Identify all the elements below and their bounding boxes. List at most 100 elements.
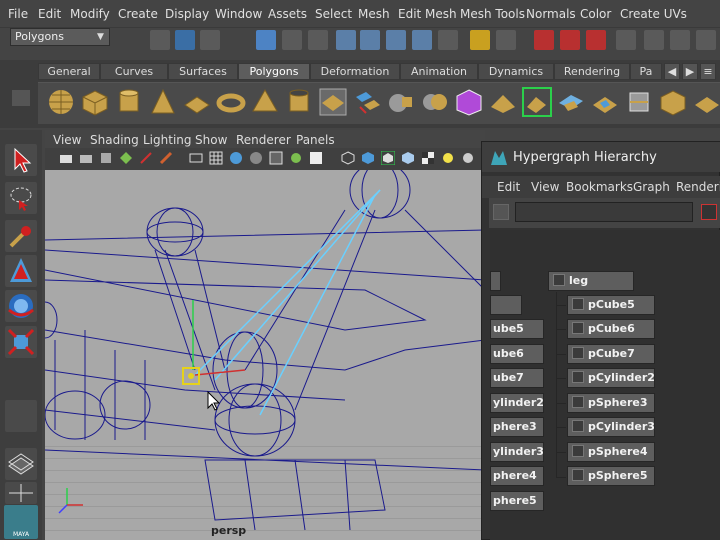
sculpt-icon[interactable]: [692, 87, 720, 117]
shelf-tab-rendering[interactable]: Rendering: [554, 63, 630, 80]
hypershade-icon[interactable]: [644, 30, 664, 50]
hg-menu-rendering[interactable]: Renderin: [676, 180, 720, 194]
menu-color[interactable]: Color: [580, 7, 611, 21]
combine-icon[interactable]: [318, 87, 348, 117]
graph-node-leg[interactable]: leg: [548, 271, 634, 291]
graph-node-psphere4-left[interactable]: phere4: [490, 466, 544, 486]
snap-grid-icon[interactable]: [336, 30, 356, 50]
menu-select[interactable]: Select: [315, 7, 352, 21]
graph-node-psphere5-left[interactable]: phere5: [490, 491, 544, 511]
graph-node-psphere4[interactable]: pSphere4: [567, 442, 655, 462]
extract-icon[interactable]: [386, 87, 416, 117]
separate-icon[interactable]: [352, 87, 382, 117]
graph-node-pcylinder2[interactable]: pCylinder2: [567, 368, 655, 388]
shelf-tab-polygons[interactable]: Polygons: [238, 63, 310, 80]
graph-node-pcube6[interactable]: pCube6: [567, 319, 655, 339]
bevel-icon[interactable]: [658, 87, 688, 117]
grid-toggle-icon[interactable]: [139, 151, 153, 165]
camera-select-icon[interactable]: [59, 151, 73, 165]
snap-view-icon[interactable]: [412, 30, 432, 50]
poly-pyramid-icon[interactable]: [250, 87, 280, 117]
graph-node-partial[interactable]: [490, 271, 501, 291]
shelf-tab-surfaces[interactable]: Surfaces: [168, 63, 238, 80]
graph-node-pcylinder3-left[interactable]: ylinder3: [490, 442, 544, 462]
shelf-tab-general[interactable]: General: [38, 63, 100, 80]
four-pane-layout-icon[interactable]: [5, 482, 37, 504]
shadows-icon[interactable]: [461, 151, 475, 165]
graph-node-psphere3[interactable]: pSphere3: [567, 393, 655, 413]
poly-torus-icon[interactable]: [216, 87, 246, 117]
hg-toolbar-grip-icon[interactable]: [493, 204, 509, 220]
wireframe-scene[interactable]: [45, 170, 485, 540]
extrude-icon[interactable]: [556, 87, 586, 117]
shelf-tab-deformation[interactable]: Deformation: [310, 63, 400, 80]
camera-attributes-icon[interactable]: [79, 151, 93, 165]
select-object-icon[interactable]: [282, 30, 302, 50]
menu-create[interactable]: Create: [118, 7, 158, 21]
menu-mesh[interactable]: Mesh: [358, 7, 390, 21]
snap-point-icon[interactable]: [386, 30, 406, 50]
flat-shade-icon[interactable]: [249, 151, 263, 165]
lock-icon[interactable]: [470, 30, 490, 50]
graph-node-psphere3-left[interactable]: phere3: [490, 417, 544, 437]
graph-node-pcylinder3[interactable]: pCylinder3: [567, 417, 655, 437]
menu-file[interactable]: File: [8, 7, 28, 21]
poly-sphere-icon[interactable]: [46, 87, 76, 117]
poly-cone-icon[interactable]: [148, 87, 178, 117]
menu-window[interactable]: Window: [215, 7, 262, 21]
menu-edit-mesh[interactable]: Edit Mesh: [398, 7, 457, 21]
smooth-icon[interactable]: [454, 87, 484, 117]
ipr-render-icon[interactable]: [586, 30, 606, 50]
select-tool-icon[interactable]: [5, 144, 37, 176]
film-gate-icon[interactable]: [159, 151, 173, 165]
render-settings-icon[interactable]: [616, 30, 636, 50]
open-scene-icon[interactable]: [175, 30, 195, 50]
poly-pipe-icon[interactable]: [284, 87, 314, 117]
vp-menu-show[interactable]: Show: [195, 133, 227, 147]
perspective-viewport[interactable]: View Shading Lighting Show Renderer Pane…: [45, 130, 485, 540]
menu-assets[interactable]: Assets: [268, 7, 307, 21]
hg-menu-bookmarks[interactable]: Bookmarks: [566, 180, 633, 194]
hg-menu-edit[interactable]: Edit: [497, 180, 520, 194]
shelf-collapse-icon[interactable]: [12, 90, 30, 106]
average-vertices-icon[interactable]: [488, 87, 518, 117]
isolate-cube-icon[interactable]: [341, 151, 355, 165]
vp-menu-shading[interactable]: Shading: [90, 133, 139, 147]
empty-tool-slot[interactable]: [5, 400, 37, 432]
sidebar-toggle-icon[interactable]: [696, 30, 716, 50]
wireframe-icon[interactable]: [189, 151, 203, 165]
poly-cube-icon[interactable]: [80, 87, 110, 117]
hg-menu-view[interactable]: View: [531, 180, 559, 194]
lasso-tool-icon[interactable]: [5, 182, 37, 214]
mode-selector[interactable]: Polygons ▼: [10, 28, 110, 46]
scroll-left-icon[interactable]: ◀: [664, 63, 680, 80]
new-scene-icon[interactable]: [150, 30, 170, 50]
graph-node-pcube5-left[interactable]: ube5: [490, 319, 544, 339]
xray-icon[interactable]: [401, 151, 415, 165]
vp-menu-panels[interactable]: Panels: [296, 133, 335, 147]
vp-menu-renderer[interactable]: Renderer: [236, 133, 291, 147]
vp-menu-view[interactable]: View: [53, 133, 81, 147]
select-component-icon[interactable]: [308, 30, 328, 50]
vp-menu-lighting[interactable]: Lighting: [143, 133, 192, 147]
menu-modify[interactable]: Modify: [70, 7, 110, 21]
save-scene-icon[interactable]: [200, 30, 220, 50]
poly-plane-icon[interactable]: [182, 87, 212, 117]
graph-node-pcylinder2-left[interactable]: ylinder2: [490, 393, 544, 413]
default-light-icon[interactable]: [441, 151, 455, 165]
menu-normals[interactable]: Normals: [526, 7, 576, 21]
menu-create-uvs[interactable]: Create UVs: [620, 7, 687, 21]
append-polygon-icon[interactable]: [590, 87, 620, 117]
poly-cylinder-icon[interactable]: [114, 87, 144, 117]
grid-display-icon[interactable]: [209, 151, 223, 165]
shelf-tab-curves[interactable]: Curves: [100, 63, 168, 80]
snap-curve-icon[interactable]: [360, 30, 380, 50]
paint-select-tool-icon[interactable]: [5, 220, 37, 252]
lights-icon[interactable]: [289, 151, 303, 165]
image-plane-icon[interactable]: [119, 151, 133, 165]
shelf-tab-animation[interactable]: Animation: [400, 63, 478, 80]
rotate-tool-icon[interactable]: [5, 290, 37, 322]
textured-icon[interactable]: [269, 151, 283, 165]
graph-node-partial[interactable]: [490, 295, 522, 315]
hierarchy-graph[interactable]: ube5 ube6 ube7 ylinder2 phere3 ylinder3 …: [490, 230, 720, 540]
